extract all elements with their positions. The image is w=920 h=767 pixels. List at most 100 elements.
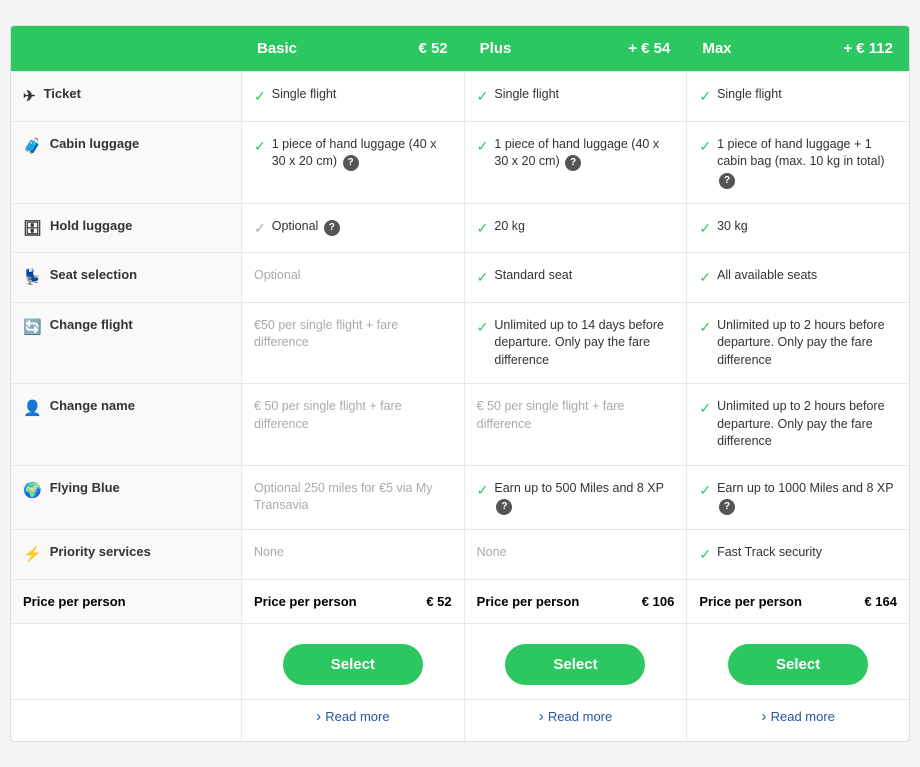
- select-basic-cell: Select: [241, 623, 464, 699]
- price-max-label: Price per person: [699, 594, 802, 609]
- change-name-max-check: ✓: [699, 399, 711, 419]
- priority-services-plus-value: None: [464, 529, 687, 579]
- ticket-basic-check: ✓: [254, 87, 266, 107]
- price-plus-cell: Price per person € 106: [464, 579, 687, 623]
- flying-blue-max-check: ✓: [699, 481, 711, 501]
- change-name-icon: 👤: [23, 399, 42, 417]
- change-name-plus-text: € 50 per single flight + fare difference: [477, 398, 675, 433]
- select-plus-button[interactable]: Select: [505, 644, 645, 685]
- feature-seat-selection-label: 💺 Seat selection: [11, 252, 241, 302]
- change-name-max-value: ✓ Unlimited up to 2 hours before departu…: [686, 383, 909, 465]
- seat-max-text: All available seats: [717, 267, 897, 285]
- price-plus-value: € 106: [642, 594, 675, 609]
- seat-plus-text: Standard seat: [494, 267, 674, 285]
- price-max-value: € 164: [864, 594, 897, 609]
- hold-basic-help[interactable]: ?: [324, 220, 340, 236]
- cabin-max-check: ✓: [699, 137, 711, 157]
- cabin-max-help[interactable]: ?: [719, 173, 735, 189]
- plan-max-name: Max: [702, 40, 731, 57]
- select-max-button[interactable]: Select: [728, 644, 868, 685]
- cabin-basic-help[interactable]: ?: [343, 155, 359, 171]
- seat-plus-check: ✓: [477, 268, 489, 288]
- cabin-luggage-plus-value: ✓ 1 piece of hand luggage (40 x 30 x 20 …: [464, 121, 687, 203]
- hold-basic-text: Optional ?: [272, 218, 452, 236]
- change-flight-label-text: Change flight: [50, 317, 133, 332]
- select-basic-button[interactable]: Select: [283, 644, 423, 685]
- hold-basic-check: ✓: [254, 219, 266, 239]
- plan-basic-name: Basic: [257, 40, 297, 57]
- read-more-plus-link[interactable]: Read more: [539, 709, 612, 724]
- change-flight-max-text: Unlimited up to 2 hours before departure…: [717, 317, 897, 370]
- ticket-plus-check: ✓: [477, 87, 489, 107]
- change-flight-max-value: ✓ Unlimited up to 2 hours before departu…: [686, 302, 909, 384]
- price-row-label: Price per person: [11, 579, 241, 623]
- flying-blue-icon: 🌍: [23, 481, 42, 499]
- cabin-plus-text: 1 piece of hand luggage (40 x 30 x 20 cm…: [494, 136, 674, 172]
- change-name-basic-text: € 50 per single flight + fare difference: [254, 398, 452, 433]
- select-max-cell: Select: [686, 623, 909, 699]
- header-plus: Plus + € 54: [464, 26, 687, 71]
- ticket-label-text: Ticket: [44, 86, 81, 101]
- hold-max-check: ✓: [699, 219, 711, 239]
- price-basic-cell: Price per person € 52: [241, 579, 464, 623]
- flying-blue-basic-text: Optional 250 miles for €5 via My Transav…: [254, 480, 452, 515]
- priority-services-basic-value: None: [241, 529, 464, 579]
- select-plus-cell: Select: [464, 623, 687, 699]
- seat-selection-basic-value: Optional: [241, 252, 464, 302]
- price-basic-value: € 52: [426, 594, 451, 609]
- ticket-max-value: ✓ Single flight: [686, 71, 909, 121]
- select-label-cell: [11, 623, 241, 699]
- hold-luggage-max-value: ✓ 30 kg: [686, 203, 909, 253]
- seat-selection-label-text: Seat selection: [50, 267, 137, 282]
- priority-services-max-value: ✓ Fast Track security: [686, 529, 909, 579]
- change-flight-plus-text: Unlimited up to 14 days before departure…: [494, 317, 674, 370]
- change-name-basic-value: € 50 per single flight + fare difference: [241, 383, 464, 465]
- flying-blue-plus-help[interactable]: ?: [496, 499, 512, 515]
- price-max-cell: Price per person € 164: [686, 579, 909, 623]
- ticket-max-text: Single flight: [717, 86, 897, 104]
- pricing-table: Basic € 52 Plus + € 54 Max + € 112 ✈ Tic…: [10, 25, 910, 742]
- flying-blue-label-text: Flying Blue: [50, 480, 120, 495]
- table-grid: Basic € 52 Plus + € 54 Max + € 112 ✈ Tic…: [11, 26, 909, 741]
- hold-max-text: 30 kg: [717, 218, 897, 236]
- flying-blue-max-text: Earn up to 1000 Miles and 8 XP ?: [717, 480, 897, 516]
- feature-change-flight-label: 🔄 Change flight: [11, 302, 241, 384]
- header-label-cell: [11, 26, 241, 71]
- cabin-luggage-max-value: ✓ 1 piece of hand luggage + 1 cabin bag …: [686, 121, 909, 203]
- read-more-max-link[interactable]: Read more: [761, 709, 834, 724]
- cabin-max-text: 1 piece of hand luggage + 1 cabin bag (m…: [717, 136, 897, 189]
- feature-cabin-luggage-label: 🧳 Cabin luggage: [11, 121, 241, 203]
- priority-services-label-text: Priority services: [50, 544, 151, 559]
- priority-services-plus-text: None: [477, 544, 675, 562]
- read-more-label-cell: [11, 699, 241, 741]
- read-more-max-cell: Read more: [686, 699, 909, 741]
- cabin-luggage-label-text: Cabin luggage: [50, 136, 140, 151]
- header-max: Max + € 112: [686, 26, 909, 71]
- flying-blue-max-help[interactable]: ?: [719, 499, 735, 515]
- cabin-plus-help[interactable]: ?: [565, 155, 581, 171]
- header-basic: Basic € 52: [241, 26, 464, 71]
- ticket-plus-value: ✓ Single flight: [464, 71, 687, 121]
- flying-blue-plus-check: ✓: [477, 481, 489, 501]
- hold-luggage-plus-value: ✓ 20 kg: [464, 203, 687, 253]
- price-per-person-label: Price per person: [23, 594, 126, 609]
- change-flight-plus-value: ✓ Unlimited up to 14 days before departu…: [464, 302, 687, 384]
- cabin-plus-check: ✓: [477, 137, 489, 157]
- plan-basic-price: € 52: [418, 40, 447, 57]
- change-flight-max-check: ✓: [699, 318, 711, 338]
- feature-flying-blue-label: 🌍 Flying Blue: [11, 465, 241, 530]
- change-flight-plus-check: ✓: [477, 318, 489, 338]
- seat-max-check: ✓: [699, 268, 711, 288]
- price-plus-label: Price per person: [477, 594, 580, 609]
- change-flight-icon: 🔄: [23, 318, 42, 336]
- flying-blue-plus-text: Earn up to 500 Miles and 8 XP ?: [494, 480, 674, 516]
- flying-blue-basic-value: Optional 250 miles for €5 via My Transav…: [241, 465, 464, 530]
- hold-plus-check: ✓: [477, 219, 489, 239]
- hold-luggage-label-text: Hold luggage: [50, 218, 132, 233]
- seat-selection-plus-value: ✓ Standard seat: [464, 252, 687, 302]
- feature-ticket-label: ✈ Ticket: [11, 71, 241, 121]
- cabin-luggage-icon: 🧳: [23, 137, 42, 155]
- read-more-basic-link[interactable]: Read more: [316, 709, 389, 724]
- change-flight-basic-text: €50 per single flight + fare difference: [254, 317, 452, 352]
- change-flight-basic-value: €50 per single flight + fare difference: [241, 302, 464, 384]
